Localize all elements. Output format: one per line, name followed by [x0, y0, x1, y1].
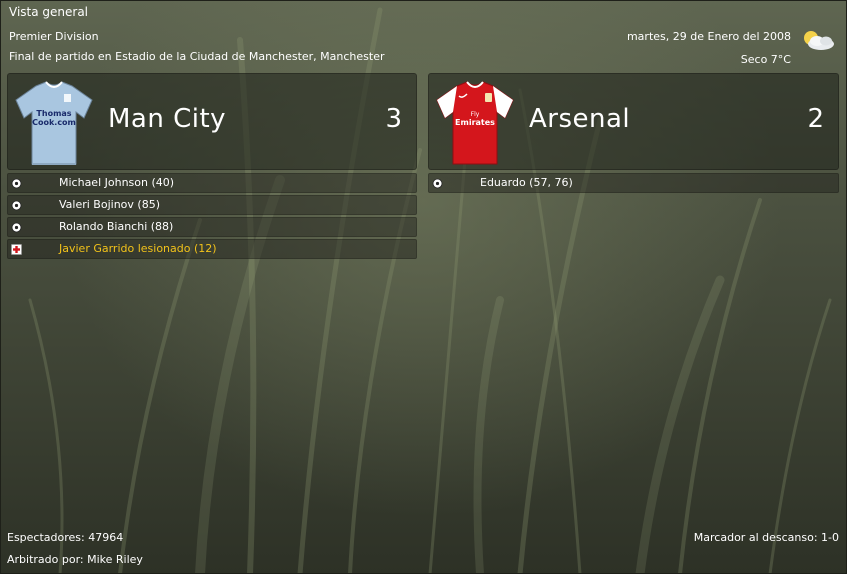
home-event-row-injury[interactable]: Javier Garrido lesionado (12)	[7, 239, 417, 259]
home-kit-shirt-icon[interactable]: Thomas Cook.com	[14, 80, 94, 166]
ball-icon	[11, 177, 22, 189]
svg-text:Emirates: Emirates	[455, 118, 495, 127]
svg-text:Fly: Fly	[471, 111, 480, 118]
away-team-panel: Fly Emirates Arsenal 2	[428, 73, 839, 170]
match-date: martes, 29 de Enero del 2008	[626, 30, 791, 43]
halftime-score-label: Marcador al descanso: 1-0	[693, 531, 839, 544]
referee-label: Arbitrado por: Mike Riley	[7, 553, 143, 566]
away-score: 2	[807, 104, 824, 134]
window-title: Vista general	[9, 5, 89, 19]
away-kit-shirt-icon[interactable]: Fly Emirates	[435, 80, 515, 166]
ball-icon	[11, 199, 22, 211]
svg-text:Cook.com: Cook.com	[32, 118, 76, 127]
home-team-panel: Thomas Cook.com Man City 3	[7, 73, 417, 170]
away-event-text: Eduardo (57, 76)	[480, 176, 573, 189]
ball-icon	[432, 177, 443, 189]
partly-cloudy-icon	[797, 28, 837, 52]
home-event-text: Valeri Bojinov (85)	[59, 198, 160, 211]
weather-label: Seco 7°C	[740, 53, 791, 66]
ball-icon	[11, 221, 22, 233]
home-event-row[interactable]: Rolando Bianchi (88)	[7, 217, 417, 237]
attendance-label: Espectadores: 47964	[7, 531, 124, 544]
home-score: 3	[385, 104, 402, 134]
home-event-row[interactable]: Michael Johnson (40)	[7, 173, 417, 193]
away-event-row[interactable]: Eduardo (57, 76)	[428, 173, 839, 193]
venue-label: Final de partido en Estadio de la Ciudad…	[9, 50, 385, 63]
svg-text:Thomas: Thomas	[36, 109, 71, 118]
injury-icon	[11, 243, 22, 255]
home-event-row[interactable]: Valeri Bojinov (85)	[7, 195, 417, 215]
competition-label[interactable]: Premier Division	[9, 30, 99, 43]
home-event-text: Rolando Bianchi (88)	[59, 220, 174, 233]
home-event-text: Javier Garrido lesionado (12)	[59, 242, 217, 255]
home-team-name[interactable]: Man City	[108, 104, 226, 134]
away-team-name[interactable]: Arsenal	[529, 104, 630, 134]
home-event-text: Michael Johnson (40)	[59, 176, 175, 189]
